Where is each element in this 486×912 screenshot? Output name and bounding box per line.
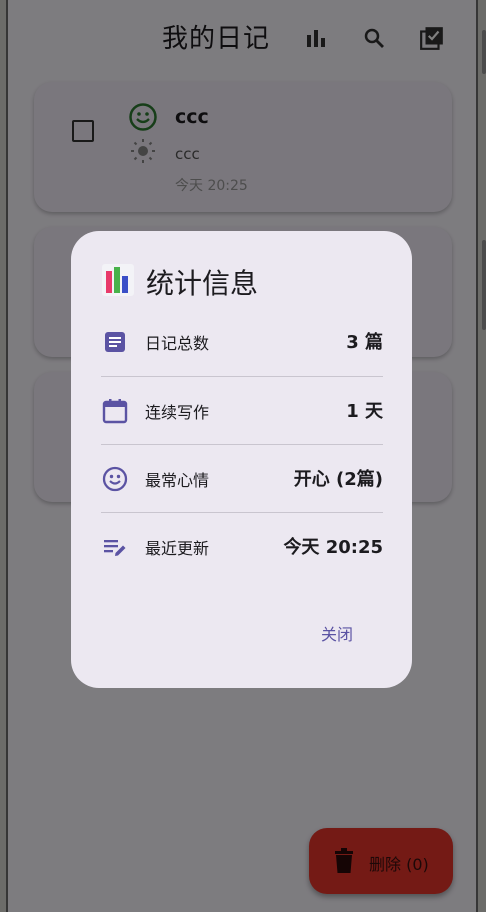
stat-value: 3 篇 xyxy=(346,332,383,353)
chart-emoji-icon xyxy=(101,263,135,301)
stat-label: 日记总数 xyxy=(145,334,210,353)
stat-label: 最常心情 xyxy=(145,471,210,490)
stat-value: 1 天 xyxy=(346,401,383,422)
edit-note-icon xyxy=(101,533,129,561)
stat-row-last-update: 最近更新 今天 20:25 xyxy=(101,513,383,581)
stat-row-streak: 连续写作 1 天 xyxy=(101,377,383,445)
stat-value: 开心 (2篇) xyxy=(293,469,383,490)
stat-value: 今天 20:25 xyxy=(283,537,383,558)
dialog-title: 统计信息 xyxy=(146,267,259,300)
close-button[interactable]: 关闭 xyxy=(311,615,363,651)
stat-row-total: 日记总数 3 篇 xyxy=(101,308,383,376)
stat-label: 最近更新 xyxy=(145,539,210,558)
stat-row-mood: 最常心情 开心 (2篇) xyxy=(101,445,383,513)
note-icon xyxy=(101,328,129,356)
calendar-icon xyxy=(101,397,129,425)
smile-icon xyxy=(101,465,129,493)
statistics-dialog: 统计信息 日记总数 3 篇 连续写作 1 天 最常心情 开心 (2篇) 最近更新… xyxy=(71,231,412,688)
stat-label: 连续写作 xyxy=(145,403,210,422)
